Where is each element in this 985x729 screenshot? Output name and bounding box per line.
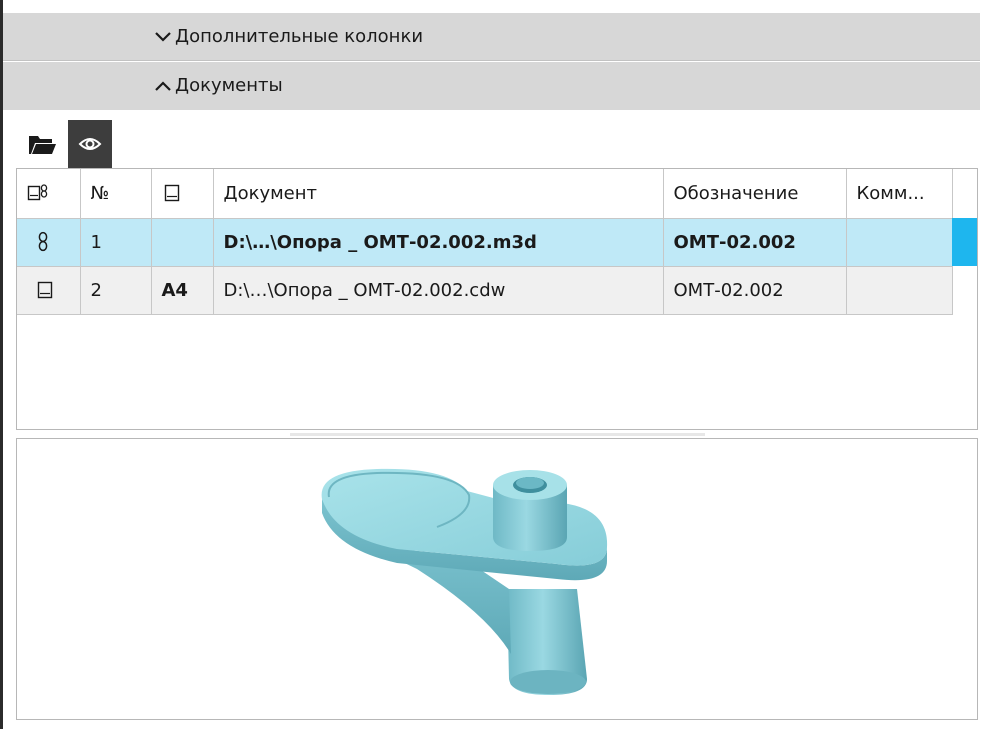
toggle-preview-button[interactable]: [68, 120, 112, 168]
documents-table: № Документ Обозначение Комм... 1 D:\…\Оп…: [16, 168, 978, 430]
row-designation-cell: ОМТ-02.002: [663, 218, 847, 267]
section-additional-columns-label: Дополнительные колонки: [175, 26, 424, 47]
window-right-margin: [980, 0, 985, 729]
row-number-cell: 1: [80, 218, 152, 267]
eye-icon: [78, 138, 102, 150]
row-type-cell: [17, 218, 81, 267]
header-document[interactable]: Документ: [213, 169, 664, 219]
table-header-row: № Документ Обозначение Комм...: [17, 169, 953, 219]
row-format-cell: A4: [151, 266, 214, 315]
pane-splitter[interactable]: [290, 433, 705, 436]
3d-part-preview: [321, 468, 608, 695]
chain-link-icon: [38, 231, 48, 252]
selection-indicator: [952, 218, 977, 266]
section-documents-label: Документы: [175, 75, 283, 96]
sheet-icon: [37, 281, 53, 299]
bottom-margin: [3, 720, 980, 729]
documents-grid: № Документ Обозначение Комм... 1 D:\…\Оп…: [17, 169, 953, 315]
row-comment-cell: [846, 266, 953, 315]
row-number-cell: 2: [80, 266, 152, 315]
table-scroll-header-corner: [952, 169, 977, 218]
open-document-button[interactable]: [19, 120, 63, 168]
folder-open-icon: [29, 136, 56, 154]
table-row[interactable]: 2 A4 D:\…\Опора _ ОМТ-02.002.cdw ОМТ-02.…: [17, 266, 953, 315]
header-designation[interactable]: Обозначение: [663, 169, 847, 219]
row-type-cell: [17, 266, 81, 315]
header-format[interactable]: [151, 169, 214, 219]
table-row[interactable]: 1 D:\…\Опора _ ОМТ-02.002.m3d ОМТ-02.002: [17, 218, 953, 267]
row-format-cell: [151, 218, 214, 267]
row-comment-cell: [846, 218, 953, 267]
section-additional-columns[interactable]: Дополнительные колонки: [3, 13, 980, 61]
link-document-icon: [27, 184, 48, 201]
chevron-up-icon: [155, 81, 171, 91]
model-preview-pane: [16, 438, 978, 720]
header-comment[interactable]: Комм...: [846, 169, 953, 219]
documents-toolbar: [3, 110, 980, 168]
row-document-cell: D:\…\Опора _ ОМТ-02.002.cdw: [213, 266, 664, 315]
sheet-icon: [164, 185, 179, 202]
header-number[interactable]: №: [80, 169, 152, 219]
row-designation-cell: ОМТ-02.002: [663, 266, 847, 315]
chevron-down-icon: [155, 32, 171, 42]
header-type[interactable]: [17, 169, 81, 219]
row-document-cell: D:\…\Опора _ ОМТ-02.002.m3d: [213, 218, 664, 267]
section-documents[interactable]: Документы: [3, 62, 980, 110]
